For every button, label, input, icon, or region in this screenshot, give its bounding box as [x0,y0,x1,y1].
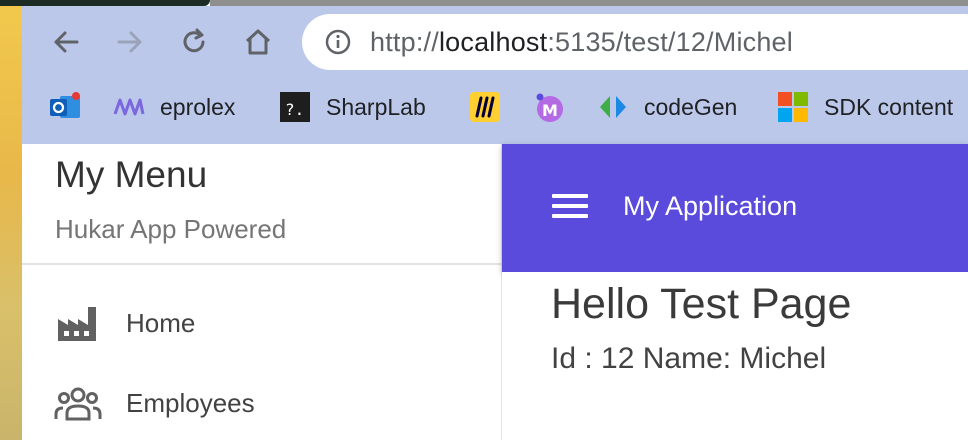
bookmark-label: SharpLab [326,93,426,120]
microsoft-icon [776,90,810,124]
url-host: localhost [438,27,548,57]
factory-icon [54,299,102,347]
drawer-title: My Menu [55,154,208,195]
eprolex-icon [112,90,146,124]
nav-label-home: Home [126,307,196,338]
forward-button[interactable] [114,26,146,58]
bookmark-codegen[interactable]: codeGen [596,90,737,124]
svg-text:?.: ?. [285,100,304,119]
reload-icon [183,28,205,53]
page-title: Hello Test Page [551,280,852,328]
home-icon [245,29,271,55]
home-button[interactable] [242,26,274,58]
codegen-icon [596,90,630,124]
bookmark-outlook[interactable] [48,90,82,124]
address-bar[interactable]: http://localhost:5135/test/12/Michel [302,14,968,70]
terminal-icon: ?. [278,90,312,124]
menu-toggle-button[interactable] [552,190,592,224]
bookmark-label: codeGen [644,93,738,120]
people-icon [54,379,102,427]
forward-arrow-icon [117,31,142,53]
back-arrow-icon [54,31,79,53]
bookmark-eprolex[interactable]: eprolex [112,90,235,124]
url-text: http://localhost:5135/test/12/Michel [370,27,793,58]
page-details: Id : 12 Name: Michel [551,342,827,375]
app-title: My Application [623,191,798,221]
bookmark-label: SDK content [824,93,954,120]
browser-chrome: http://localhost:5135/test/12/Michel epr… [22,6,968,144]
outlook-icon [48,90,82,124]
desktop-wallpaper-edge [0,0,22,440]
back-button[interactable] [50,26,82,58]
app-viewport: My Menu Hukar App Powered Home Employees… [22,144,968,440]
reload-button[interactable] [178,26,210,58]
bookmark-miro[interactable] [468,90,502,124]
nav-item-home[interactable]: Home [22,288,502,358]
url-path: :5135/test/12/Michel [547,27,793,57]
nav-item-employees[interactable]: Employees [22,368,502,438]
drawer-subtitle: Hukar App Powered [55,214,287,244]
nav-label-employees: Employees [126,387,255,418]
nav-drawer: My Menu Hukar App Powered Home Employees [22,144,502,440]
app-bar: My Application [502,144,968,272]
drawer-header: My Menu Hukar App Powered [22,144,502,265]
info-icon[interactable] [324,28,352,56]
m-app-icon: M [532,90,566,124]
hamburger-menu-icon [552,194,592,218]
svg-text:M: M [542,101,558,120]
miro-icon [468,90,502,124]
bookmark-label: eprolex [160,93,236,120]
bookmark-sharplab[interactable]: ?. SharpLab [278,90,426,124]
url-scheme: http:// [370,27,439,57]
bookmark-sdk-content[interactable]: SDK content [776,90,953,124]
bookmarks-bar: eprolex ?. SharpLab M codeGen SDK conten… [22,84,968,128]
bookmark-m-app[interactable]: M [532,90,566,124]
main-content: Hello Test Page Id : 12 Name: Michel [502,272,968,440]
